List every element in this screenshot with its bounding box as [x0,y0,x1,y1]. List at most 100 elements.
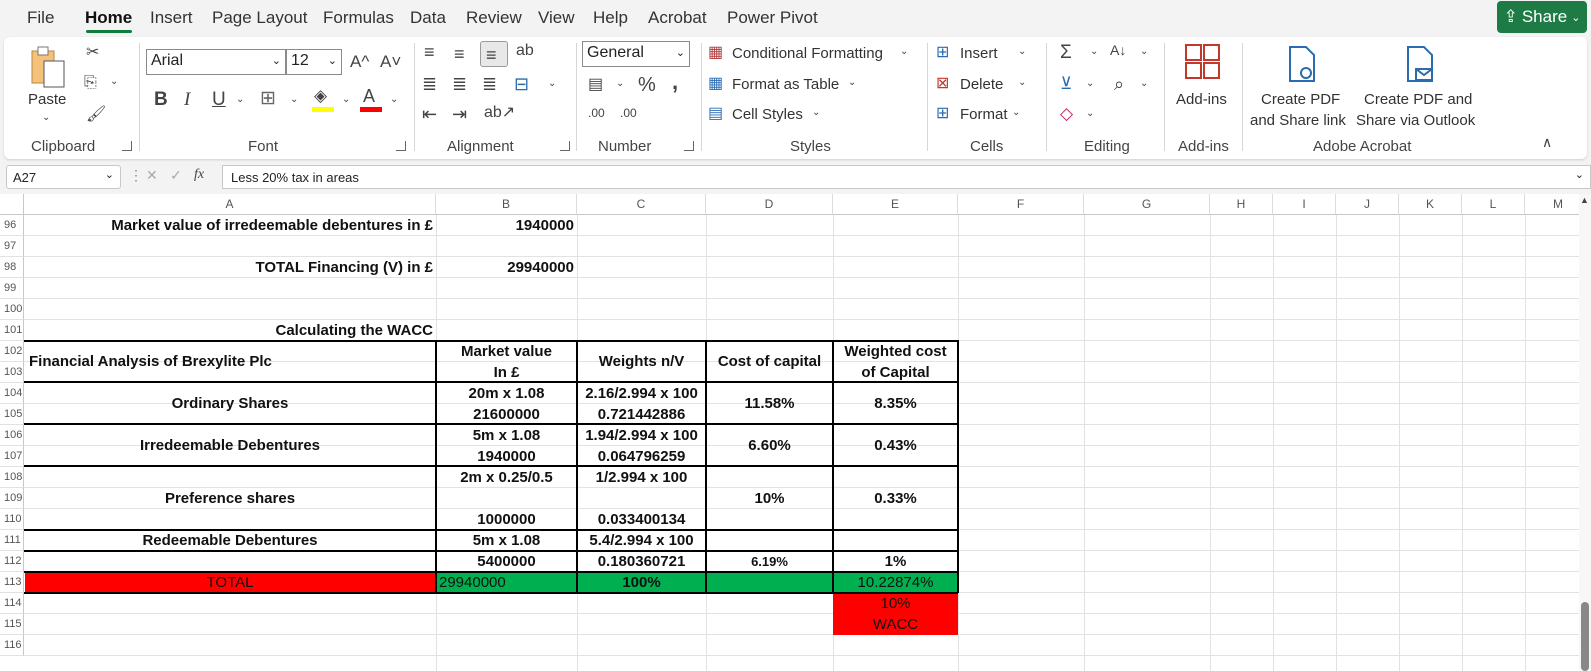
find-select-icon[interactable]: ⌕ [1114,75,1124,93]
menu-acrobat[interactable]: Acrobat [648,8,707,28]
accounting-format-icon[interactable]: ▤ [588,77,603,93]
row-header[interactable]: 103 [0,362,24,383]
column-header-f[interactable]: F [958,194,1084,215]
name-box[interactable]: A27 ⌄ [6,165,121,189]
format-as-table-button[interactable]: ▦ Format as Table ⌄ [708,74,868,98]
increase-decimal-icon[interactable]: .00 [588,107,605,119]
row-header[interactable]: 114 [0,593,24,614]
chevron-down-icon[interactable]: ⌄ [290,95,298,105]
format-painter-icon[interactable]: 🖌 [86,107,106,123]
row-header[interactable]: 113 [0,572,24,593]
row-header[interactable]: 104 [0,383,24,404]
fill-color-button[interactable]: ◈ [312,87,334,113]
cell-b106[interactable]: 5m x 1.08 [436,425,577,446]
cell-c107[interactable]: 0.064796259 [577,446,706,467]
number-launcher-icon[interactable] [684,141,694,151]
cut-icon[interactable]: ✂ [86,45,99,61]
row-header[interactable]: 116 [0,635,24,656]
chevron-down-icon[interactable]: ⌄ [1140,79,1148,89]
cell-a111[interactable]: Redeemable Debentures [24,530,436,551]
align-middle-icon[interactable]: ≡ [454,45,465,63]
chevron-down-icon[interactable]: ⌄ [1140,47,1148,57]
cell-b113[interactable]: 29940000 [439,572,506,593]
cell-b108[interactable]: 2m x 0.25/0.5 [436,467,577,488]
cell-c102[interactable]: Weights n/V [577,351,706,372]
decrease-indent-icon[interactable]: ⇤ [422,105,437,123]
menu-home[interactable]: Home [85,8,132,28]
decrease-decimal-icon[interactable]: .00 [620,107,637,119]
fill-icon[interactable]: ⊻ [1060,75,1072,92]
menu-view[interactable]: View [538,8,575,28]
column-header-l[interactable]: L [1462,194,1525,215]
chevron-down-icon[interactable]: ⌄ [236,95,244,105]
cell-a106[interactable]: Irredeemable Debentures [24,435,436,456]
row-header[interactable]: 111 [0,530,24,551]
row-header[interactable]: 97 [0,236,24,257]
cell-c112[interactable]: 0.180360721 [577,551,706,572]
align-bottom-button[interactable]: ≡ [480,41,508,67]
cell-c104[interactable]: 2.16/2.994 x 100 [577,383,706,404]
bold-button[interactable]: B [154,90,168,109]
cell-c110[interactable]: 0.033400134 [577,509,706,530]
chevron-down-icon[interactable]: ⌄ [548,79,556,89]
font-launcher-icon[interactable] [396,141,406,151]
number-format-select[interactable]: General ⌄ [582,41,690,67]
cell-e106[interactable]: 0.43% [833,435,958,456]
cell-a96[interactable]: Market value of irredeemable debentures … [24,215,433,236]
column-header-g[interactable]: G [1084,194,1210,215]
cell-b103[interactable]: In £ [436,362,577,383]
collapse-ribbon-icon[interactable]: ∧ [1542,135,1552,149]
delete-cells-button[interactable]: ⊠ Delete ⌄ [936,74,1032,98]
cell-c105[interactable]: 0.721442886 [577,404,706,425]
menu-file[interactable]: File [27,8,54,28]
cell-e114[interactable]: 10% [833,593,958,614]
chevron-down-icon[interactable]: ⌄ [110,77,118,87]
cell-e102[interactable]: Weighted cost [833,341,958,362]
wrap-text-icon[interactable]: ab [516,43,534,59]
row-header[interactable]: 110 [0,509,24,530]
align-top-icon[interactable]: ≡ [424,43,435,61]
italic-button[interactable]: I [184,90,190,109]
cell-c108[interactable]: 1/2.994 x 100 [577,467,706,488]
spreadsheet-grid[interactable]: A B C D E F G H I J K L M 96 97 98 99 10… [0,194,1591,671]
cell-c113[interactable]: 100% [577,572,706,593]
insert-function-icon[interactable]: fx [194,168,204,182]
create-pdf-outlook-button[interactable] [1404,45,1436,85]
menu-formulas[interactable]: Formulas [323,8,394,28]
row-header[interactable]: 102 [0,341,24,362]
row-header[interactable]: 99 [0,278,24,299]
row-header[interactable]: 100 [0,299,24,320]
cell-d102[interactable]: Cost of capital [706,351,833,372]
cell-a104[interactable]: Ordinary Shares [24,393,436,414]
cell-e113[interactable]: 10.22874% [833,572,958,593]
insert-cells-button[interactable]: ⊞ Insert ⌄ [936,43,1032,67]
comma-style-icon[interactable]: , [672,71,678,93]
increase-indent-icon[interactable]: ⇥ [452,105,467,123]
cell-e103[interactable]: of Capital [833,362,958,383]
font-name-select[interactable]: Arial ⌄ [146,49,286,75]
chevron-down-icon[interactable]: ⌄ [342,95,350,105]
row-header[interactable]: 106 [0,425,24,446]
cell-a113[interactable]: TOTAL [24,572,436,593]
row-header[interactable]: 109 [0,488,24,509]
column-header-e[interactable]: E [833,194,958,215]
menu-help[interactable]: Help [593,8,628,28]
column-header-h[interactable]: H [1210,194,1273,215]
cell-d112[interactable]: 6.19% [706,551,833,572]
alignment-launcher-icon[interactable] [560,141,570,151]
menu-review[interactable]: Review [466,8,522,28]
create-pdf-share-link-button[interactable] [1286,45,1318,85]
cell-e108[interactable]: 0.33% [833,488,958,509]
share-button[interactable]: ⇪ Share ⌄ [1497,1,1587,33]
more-options-icon[interactable]: ⋮ [129,168,143,182]
menu-page-layout[interactable]: Page Layout [212,8,307,28]
cell-c111[interactable]: 5.4/2.994 x 100 [577,530,706,551]
chevron-down-icon[interactable]: ⌄ [616,79,624,89]
cell-b107[interactable]: 1940000 [436,446,577,467]
row-header[interactable]: 101 [0,320,24,341]
cell-a98[interactable]: TOTAL Financing (V) in £ [24,257,433,278]
chevron-down-icon[interactable]: ⌄ [390,95,398,105]
decrease-font-size-icon[interactable]: A˅ [380,53,401,70]
cell-b105[interactable]: 21600000 [436,404,577,425]
align-center-icon[interactable]: ≣ [452,75,467,93]
